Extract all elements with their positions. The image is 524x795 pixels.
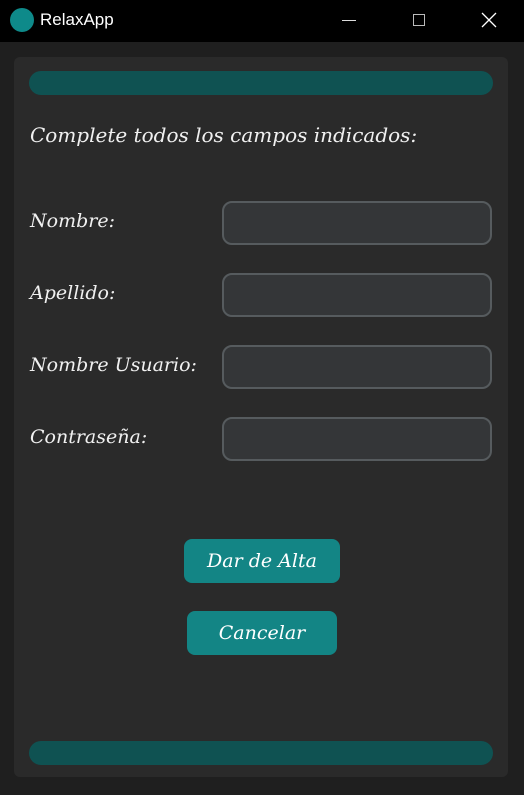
nombre-usuario-label: Nombre Usuario: [30, 354, 197, 376]
maximize-button[interactable] [396, 0, 442, 40]
minimize-icon [342, 19, 356, 21]
minimize-button[interactable] [326, 0, 372, 40]
nombre-input[interactable] [222, 201, 492, 245]
top-accent-bar [29, 71, 493, 95]
bottom-accent-bar [29, 741, 493, 765]
app-logo-icon [10, 8, 34, 32]
close-icon [481, 12, 497, 28]
title-bar: RelaxApp [0, 0, 524, 42]
window-title: RelaxApp [40, 10, 114, 29]
dar-de-alta-button[interactable]: Dar de Alta [184, 539, 340, 583]
apellido-label: Apellido: [30, 282, 116, 304]
nombre-usuario-input[interactable] [222, 345, 492, 389]
nombre-label: Nombre: [30, 210, 115, 232]
form-instructions: Complete todos los campos indicados: [30, 123, 418, 147]
cancelar-button[interactable]: Cancelar [187, 611, 337, 655]
maximize-icon [413, 14, 425, 26]
contrasena-label: Contraseña: [30, 426, 148, 448]
registration-panel: Complete todos los campos indicados: Nom… [14, 57, 508, 777]
apellido-input[interactable] [222, 273, 492, 317]
contrasena-input[interactable] [222, 417, 492, 461]
close-button[interactable] [466, 0, 512, 40]
